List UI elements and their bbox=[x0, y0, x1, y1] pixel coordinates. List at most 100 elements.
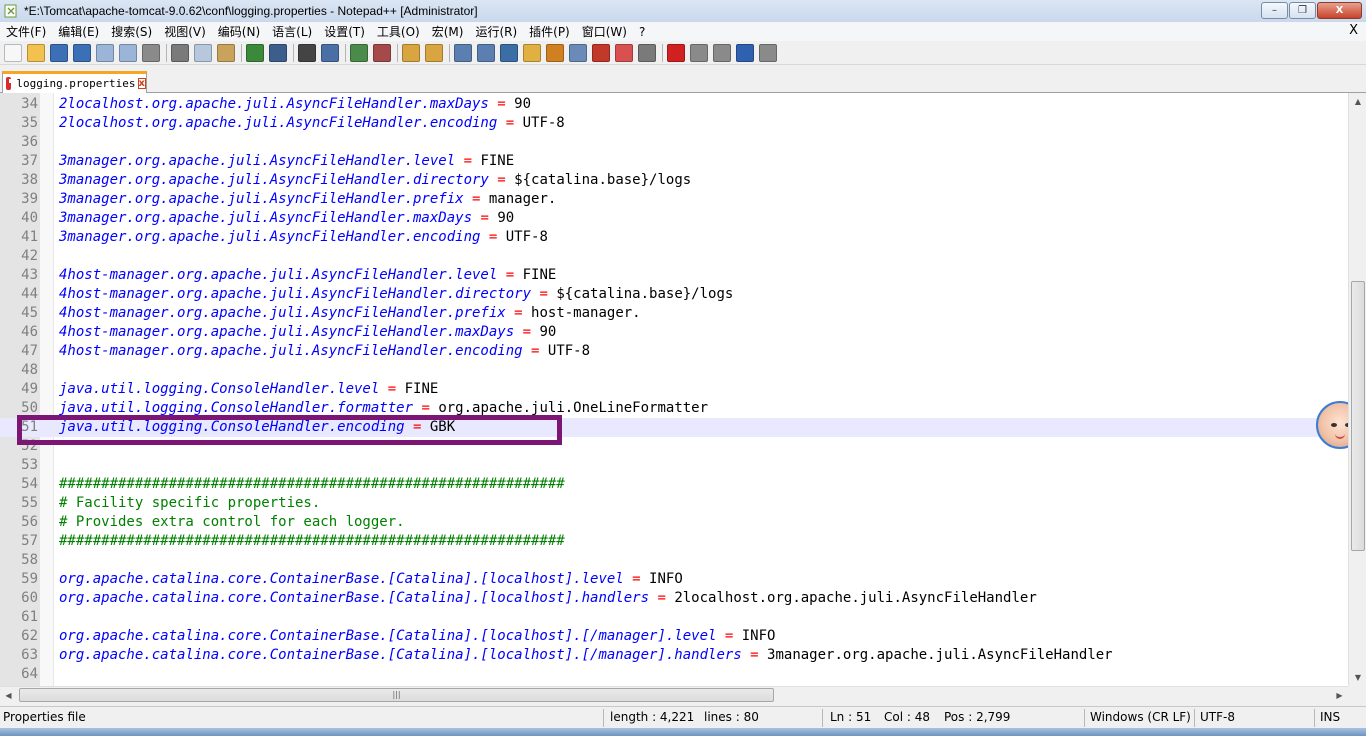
scroll-down-icon[interactable]: ▼ bbox=[1349, 669, 1366, 686]
function-list-icon[interactable] bbox=[569, 43, 587, 62]
print-icon[interactable] bbox=[142, 43, 160, 62]
code-line[interactable]: 54 ######################################… bbox=[0, 475, 1348, 494]
replace-icon[interactable] bbox=[321, 43, 339, 62]
redo-icon[interactable] bbox=[269, 43, 287, 62]
code-line[interactable]: 63 org.apache.catalina.core.ContainerBase… bbox=[0, 646, 1348, 665]
record-macro-icon[interactable] bbox=[667, 43, 685, 62]
line-number: 35 bbox=[21, 115, 38, 131]
property-key: org.apache.catalina.core.ContainerBase.[… bbox=[59, 590, 650, 606]
menu-window[interactable]: 窗口(W) bbox=[576, 23, 633, 40]
status-divider bbox=[1314, 709, 1315, 727]
close-file-icon[interactable] bbox=[96, 43, 114, 62]
new-file-icon[interactable] bbox=[4, 43, 22, 62]
code-line[interactable]: 46 4host-manager.org.apache.juli.AsyncFil… bbox=[0, 323, 1348, 342]
open-file-icon[interactable] bbox=[27, 43, 45, 62]
menu-run[interactable]: 运行(R) bbox=[469, 23, 523, 40]
vertical-scrollbar[interactable]: ▲ ▼ bbox=[1348, 93, 1366, 686]
scroll-left-icon[interactable]: ◀ bbox=[0, 687, 17, 704]
code-line[interactable]: 37 3manager.org.apache.juli.AsyncFileHand… bbox=[0, 152, 1348, 171]
close-all-icon[interactable] bbox=[119, 43, 137, 62]
window-controls: – ❐ X bbox=[1261, 2, 1362, 19]
menu-encoding[interactable]: 编码(N) bbox=[212, 23, 266, 40]
line-content: # Provides extra control for each logger… bbox=[59, 513, 405, 532]
save-macro-icon[interactable] bbox=[759, 43, 777, 62]
udl-icon[interactable] bbox=[523, 43, 541, 62]
menu-tools[interactable]: 工具(O) bbox=[371, 23, 426, 40]
minimize-button[interactable]: – bbox=[1261, 2, 1288, 19]
code-line[interactable]: 38 3manager.org.apache.juli.AsyncFileHand… bbox=[0, 171, 1348, 190]
code-line[interactable]: 47 4host-manager.org.apache.juli.AsyncFil… bbox=[0, 342, 1348, 361]
code-line[interactable]: 59 org.apache.catalina.core.ContainerBase… bbox=[0, 570, 1348, 589]
doc-map-icon[interactable] bbox=[546, 43, 564, 62]
code-line[interactable]: 48 bbox=[0, 361, 1348, 380]
monitoring-icon[interactable] bbox=[615, 43, 633, 62]
code-line[interactable]: 55 # Facility specific properties. bbox=[0, 494, 1348, 513]
code-line[interactable]: 44 4host-manager.org.apache.juli.AsyncFil… bbox=[0, 285, 1348, 304]
code-line[interactable]: 53 bbox=[0, 456, 1348, 475]
code-line[interactable]: 57 ######################################… bbox=[0, 532, 1348, 551]
maximize-button[interactable]: ❐ bbox=[1289, 2, 1316, 19]
save-icon[interactable] bbox=[50, 43, 68, 62]
save-all-icon[interactable] bbox=[73, 43, 91, 62]
copy-icon[interactable] bbox=[194, 43, 212, 62]
indent-guide-icon[interactable] bbox=[500, 43, 518, 62]
scroll-up-icon[interactable]: ▲ bbox=[1349, 93, 1366, 110]
paste-icon[interactable] bbox=[217, 43, 235, 62]
menu-settings[interactable]: 设置(T) bbox=[318, 23, 371, 40]
code-line[interactable]: 40 3manager.org.apache.juli.AsyncFileHand… bbox=[0, 209, 1348, 228]
code-line[interactable]: 41 3manager.org.apache.juli.AsyncFileHand… bbox=[0, 228, 1348, 247]
code-line[interactable]: 36 bbox=[0, 133, 1348, 152]
menu-edit[interactable]: 编辑(E) bbox=[52, 23, 105, 40]
word-wrap-icon[interactable] bbox=[454, 43, 472, 62]
cut-icon[interactable] bbox=[171, 43, 189, 62]
show-all-chars-icon[interactable] bbox=[477, 43, 495, 62]
menu-search[interactable]: 搜索(S) bbox=[105, 23, 158, 40]
code-line[interactable]: 62 org.apache.catalina.core.ContainerBase… bbox=[0, 627, 1348, 646]
code-line[interactable]: 43 4host-manager.org.apache.juli.AsyncFil… bbox=[0, 266, 1348, 285]
vertical-scroll-thumb[interactable] bbox=[1351, 281, 1365, 551]
code-line[interactable]: 58 bbox=[0, 551, 1348, 570]
sync-vertical-icon[interactable] bbox=[402, 43, 420, 62]
code-line[interactable]: 34 2localhost.org.apache.juli.AsyncFileHa… bbox=[0, 95, 1348, 114]
tab-close-icon[interactable]: x bbox=[137, 78, 146, 89]
tab-logging-properties[interactable]: logging.properties x bbox=[2, 71, 147, 93]
eye-icon[interactable] bbox=[638, 43, 656, 62]
close-document-button[interactable]: X bbox=[1349, 23, 1358, 38]
line-content: ########################################… bbox=[59, 532, 565, 551]
find-icon[interactable] bbox=[298, 43, 316, 62]
property-value: manager. bbox=[488, 191, 557, 207]
zoom-in-icon[interactable] bbox=[350, 43, 368, 62]
code-line[interactable]: 35 2localhost.org.apache.juli.AsyncFileHa… bbox=[0, 114, 1348, 133]
line-content: org.apache.catalina.core.ContainerBase.[… bbox=[59, 627, 775, 646]
code-line[interactable]: 56 # Provides extra control for each logg… bbox=[0, 513, 1348, 532]
code-line[interactable]: 42 bbox=[0, 247, 1348, 266]
zoom-out-icon[interactable] bbox=[373, 43, 391, 62]
horizontal-scroll-thumb[interactable]: ||| bbox=[19, 688, 774, 702]
play-macro-icon[interactable] bbox=[713, 43, 731, 62]
undo-icon[interactable] bbox=[246, 43, 264, 62]
line-number: 40 bbox=[21, 210, 38, 226]
stop-macro-icon[interactable] bbox=[690, 43, 708, 62]
editor-area[interactable]: 34 2localhost.org.apache.juli.AsyncFileHa… bbox=[0, 93, 1366, 686]
code-line[interactable]: 39 3manager.org.apache.juli.AsyncFileHand… bbox=[0, 190, 1348, 209]
menu-help[interactable]: ? bbox=[633, 25, 651, 39]
code-line[interactable]: 61 bbox=[0, 608, 1348, 627]
menu-plugins[interactable]: 插件(P) bbox=[523, 23, 576, 40]
code-line[interactable]: 60 org.apache.catalina.core.ContainerBase… bbox=[0, 589, 1348, 608]
code-line[interactable]: 49 java.util.logging.ConsoleHandler.level… bbox=[0, 380, 1348, 399]
code-line[interactable]: 45 4host-manager.org.apache.juli.AsyncFil… bbox=[0, 304, 1348, 323]
close-window-button[interactable]: X bbox=[1317, 2, 1362, 19]
menu-language[interactable]: 语言(L) bbox=[266, 23, 318, 40]
code-line[interactable]: 64 bbox=[0, 665, 1348, 684]
sync-horizontal-icon[interactable] bbox=[425, 43, 443, 62]
menu-macro[interactable]: 宏(M) bbox=[426, 23, 470, 40]
line-number: 64 bbox=[21, 666, 38, 682]
folder-workspace-icon[interactable] bbox=[592, 43, 610, 62]
run-macro-multiple-icon[interactable] bbox=[736, 43, 754, 62]
assignment-operator: = bbox=[531, 286, 557, 302]
line-number: 63 bbox=[21, 647, 38, 663]
horizontal-scrollbar[interactable]: ◀ ||| ▶ bbox=[0, 686, 1366, 704]
menu-view[interactable]: 视图(V) bbox=[158, 23, 212, 40]
scroll-right-icon[interactable]: ▶ bbox=[1331, 687, 1348, 704]
menu-file[interactable]: 文件(F) bbox=[0, 23, 52, 40]
